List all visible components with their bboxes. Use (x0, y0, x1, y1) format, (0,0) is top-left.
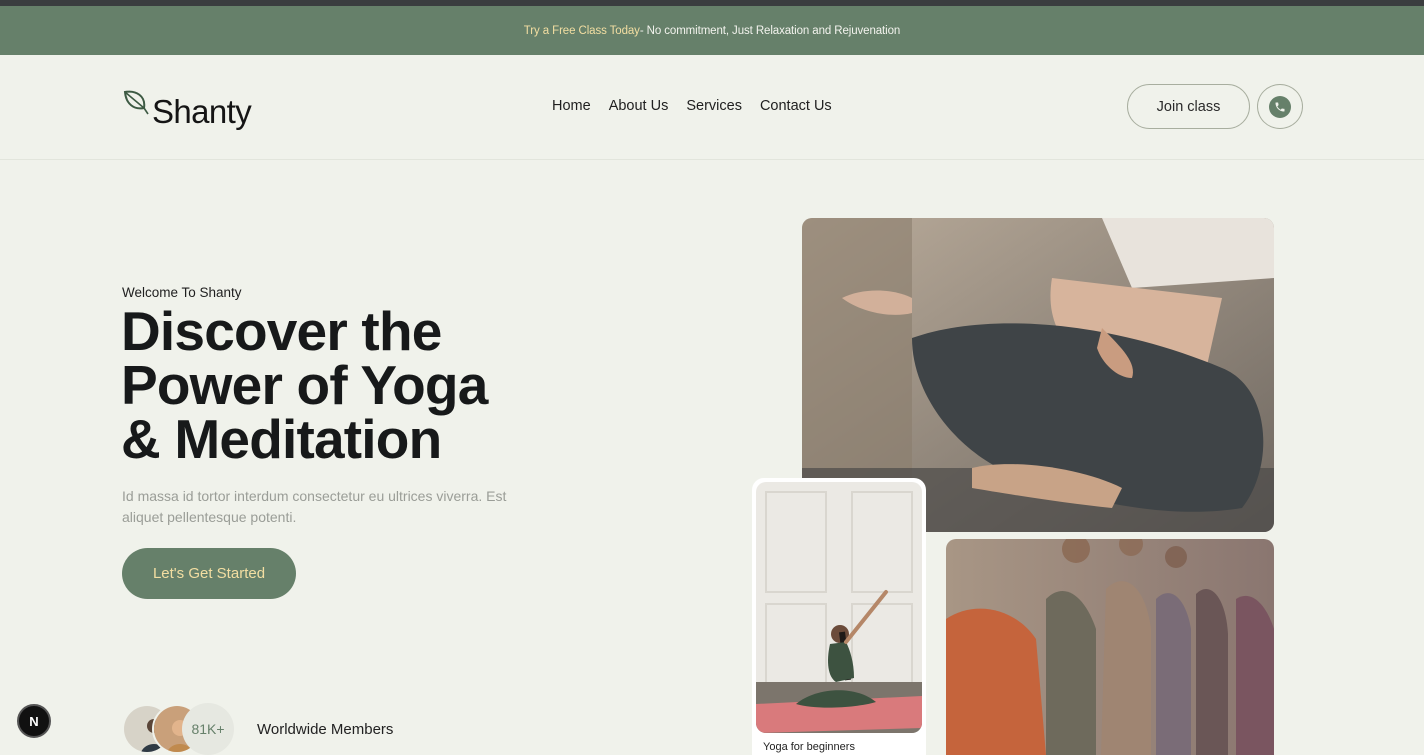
group-yoga-image (946, 539, 1274, 755)
logo-text: Shanty (152, 93, 252, 130)
announcement-highlight[interactable]: Try a Free Class Today (524, 25, 640, 37)
welcome-text: Welcome To Shanty (122, 285, 242, 300)
members-label: Worldwide Members (257, 720, 394, 738)
phone-button[interactable] (1257, 84, 1303, 129)
members-count: 81K+ (182, 703, 234, 755)
dev-badge[interactable]: N (17, 704, 51, 738)
phone-icon (1269, 95, 1291, 118)
site-header: Shanty Home About Us Services Contact Us… (0, 55, 1424, 160)
announcement-bar: Try a Free Class Today - No commitment, … (0, 6, 1424, 55)
nav-home[interactable]: Home (552, 98, 591, 114)
hero-subtext: Id massa id tortor interdum consectetur … (122, 488, 507, 525)
announcement-text: - No commitment, Just Relaxation and Rej… (639, 24, 901, 37)
join-class-button[interactable]: Join class (1127, 84, 1250, 129)
leaf-icon (122, 88, 150, 118)
main-nav: Home About Us Services Contact Us (552, 98, 832, 114)
logo[interactable]: Shanty (122, 85, 252, 128)
headline-line-1: Discover the (121, 300, 442, 362)
nav-contact-us[interactable]: Contact Us (760, 98, 832, 114)
nav-services[interactable]: Services (686, 98, 742, 114)
nav-about-us[interactable]: About Us (609, 98, 669, 114)
get-started-button[interactable]: Let's Get Started (122, 548, 296, 599)
beginner-caption: Yoga for beginners (763, 741, 855, 753)
headline-line-3: & Meditation (121, 408, 442, 470)
hero-headline: Discover the Power of Yoga & Meditation (121, 300, 581, 470)
beginner-card[interactable]: Yoga for beginners (752, 478, 926, 755)
members-stat: 81K+ Worldwide Members (122, 703, 394, 755)
headline-line-2: Power of Yoga (121, 354, 488, 416)
beginner-yoga-image (756, 482, 922, 733)
